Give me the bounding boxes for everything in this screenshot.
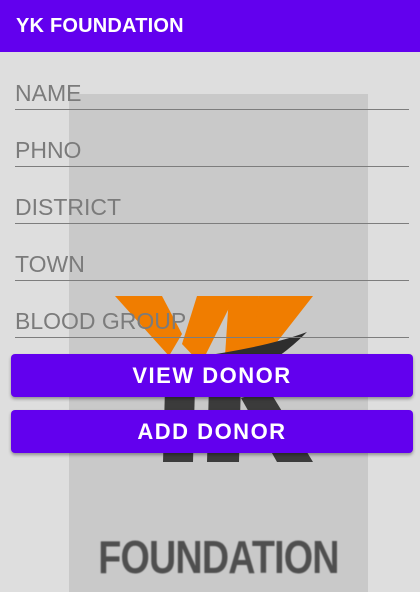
district-input[interactable] bbox=[15, 184, 409, 223]
name-input[interactable] bbox=[15, 70, 409, 109]
yk-logo-icon bbox=[115, 296, 313, 462]
background-logo: FOUNDATION bbox=[69, 94, 368, 592]
main-content: FOUNDATION VIEW DONOR ADD DONOR bbox=[0, 52, 420, 592]
view-donor-button[interactable]: VIEW DONOR bbox=[11, 354, 413, 397]
logo-text: FOUNDATION bbox=[98, 531, 339, 583]
app-bar: YK FOUNDATION bbox=[0, 0, 420, 52]
town-input[interactable] bbox=[15, 241, 409, 280]
blood-group-field[interactable] bbox=[15, 298, 409, 338]
district-field[interactable] bbox=[15, 184, 409, 224]
app-title: YK FOUNDATION bbox=[16, 14, 184, 37]
name-field[interactable] bbox=[15, 70, 409, 110]
add-donor-button[interactable]: ADD DONOR bbox=[11, 410, 413, 453]
blood-group-input[interactable] bbox=[15, 298, 409, 337]
town-field[interactable] bbox=[15, 241, 409, 281]
phno-field[interactable] bbox=[15, 127, 409, 167]
phno-input[interactable] bbox=[15, 127, 409, 166]
